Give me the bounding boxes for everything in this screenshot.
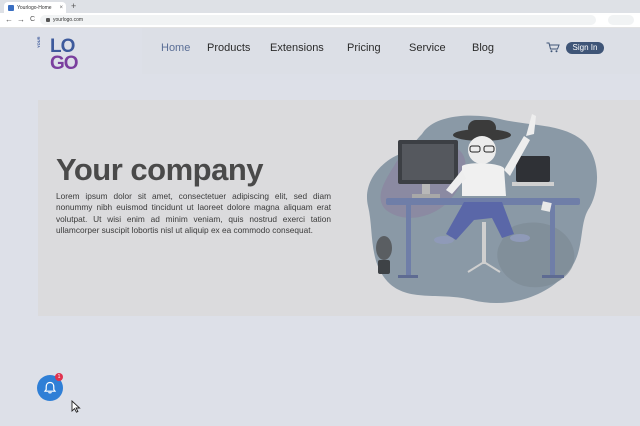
- browser-tab[interactable]: Yourlogo-Home ×: [4, 2, 66, 13]
- logo-bottom-text: GO: [50, 53, 79, 74]
- address-bar[interactable]: yourlogo.com: [40, 15, 596, 25]
- sign-in-button[interactable]: Sign In: [566, 42, 604, 54]
- browser-tab-strip: Yourlogo-Home × +: [0, 0, 640, 13]
- forward-button[interactable]: →: [17, 14, 25, 26]
- site-logo[interactable]: YOUR LO GO: [36, 36, 79, 74]
- url-text: yourlogo.com: [53, 17, 84, 23]
- nav-extensions[interactable]: Extensions: [270, 42, 324, 54]
- profile-button[interactable]: [608, 15, 634, 25]
- nav-products[interactable]: Products: [207, 42, 250, 54]
- nav-service[interactable]: Service: [409, 42, 446, 54]
- nav-blog[interactable]: Blog: [472, 42, 494, 54]
- bell-icon: [43, 381, 57, 394]
- tab-close-icon[interactable]: ×: [59, 5, 63, 11]
- cursor-icon: [71, 400, 81, 413]
- lock-icon: [46, 18, 50, 22]
- hero-body: Lorem ipsum dolor sit amet, consectetuer…: [56, 191, 331, 235]
- tab-title: Yourlogo-Home: [17, 4, 52, 11]
- browser-toolbar: ← → C yourlogo.com: [0, 13, 640, 28]
- favicon-icon: [8, 4, 14, 11]
- hero-illustration: [366, 114, 598, 303]
- back-button[interactable]: ←: [5, 14, 13, 26]
- reload-button[interactable]: C: [30, 14, 35, 26]
- new-tab-button[interactable]: +: [71, 1, 76, 12]
- hero-headline: Your company: [56, 152, 264, 187]
- cart-icon[interactable]: [546, 42, 560, 53]
- nav-pricing[interactable]: Pricing: [347, 42, 381, 54]
- logo-side-text: YOUR: [36, 36, 41, 48]
- nav-home[interactable]: Home: [161, 42, 190, 54]
- notification-badge: 1: [55, 373, 63, 381]
